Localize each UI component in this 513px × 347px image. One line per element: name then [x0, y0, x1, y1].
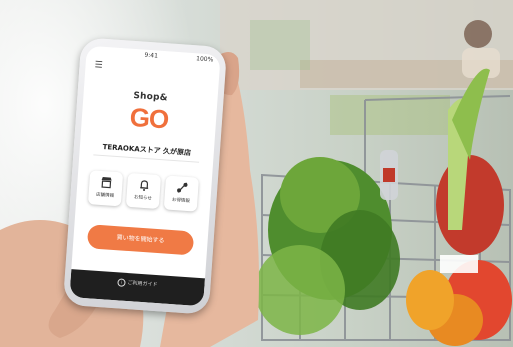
smartphone: 9:41 100% ☰ Shop& GO TERAOKAストア 久が原店 店舗情…: [62, 37, 228, 315]
start-shopping-button[interactable]: 買い物を開始する: [86, 224, 195, 256]
store-icon: [100, 177, 112, 189]
app-screen: 9:41 100% ☰ Shop& GO TERAOKAストア 久が原店 店舗情…: [69, 45, 221, 307]
usage-guide-bar[interactable]: i ご利用ガイド: [69, 269, 206, 307]
usage-guide-label: ご利用ガイド: [127, 280, 158, 289]
info-icon: i: [117, 277, 126, 287]
status-time: 9:41: [144, 51, 159, 60]
hamburger-icon[interactable]: ☰: [94, 60, 103, 71]
coupon-icon: [176, 182, 187, 193]
deals-label: お得情報: [171, 197, 190, 205]
store-info-button[interactable]: 店舗情報: [87, 170, 124, 207]
app-logo: Shop& GO: [81, 82, 218, 139]
battery-indicator: 100%: [195, 55, 214, 64]
status-bar: 9:41 100%: [86, 46, 221, 67]
store-name: TERAOKAストア 久が原店: [102, 142, 192, 158]
news-label: お知らせ: [133, 195, 153, 202]
bell-icon: [139, 180, 148, 191]
news-button[interactable]: お知らせ: [125, 172, 162, 210]
quick-buttons: 店舗情報 お知らせ お得情報: [87, 170, 200, 212]
logo-go-text: GO: [128, 101, 170, 135]
store-info-label: 店舗情報: [95, 192, 115, 199]
deals-button[interactable]: お得情報: [163, 175, 200, 212]
